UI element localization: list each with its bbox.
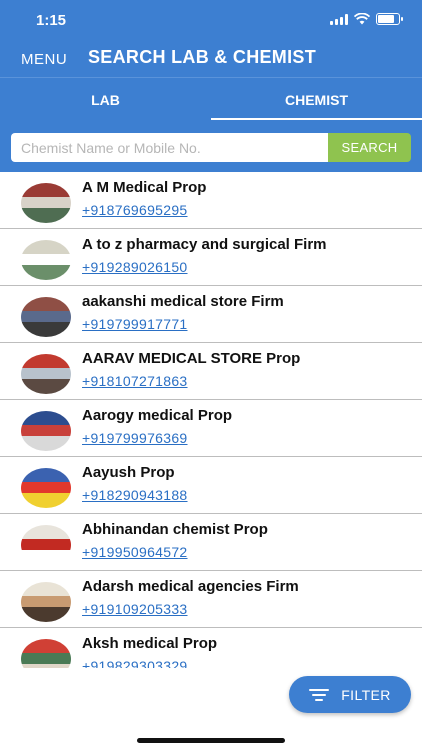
status-icons: [330, 13, 403, 25]
chemist-photo: [21, 297, 71, 337]
home-indicator: [137, 738, 285, 743]
chemist-name: AARAV MEDICAL STORE Prop: [82, 350, 301, 367]
chemist-photo: [21, 468, 71, 508]
chemist-phone-link[interactable]: +918769695295: [82, 202, 188, 218]
chemist-photo: [21, 183, 71, 223]
cellular-signal-icon: [330, 13, 348, 25]
chemist-name: A to z pharmacy and surgical Firm: [82, 236, 327, 253]
list-item[interactable]: Abhinandan chemist Prop +919950964572: [0, 514, 422, 571]
battery-icon: [376, 13, 403, 25]
chemist-photo: [21, 639, 71, 668]
chemist-phone-link[interactable]: +919109205333: [82, 601, 188, 617]
chemist-photo: [21, 240, 71, 280]
menu-button[interactable]: MENU: [21, 51, 67, 68]
search-button[interactable]: SEARCH: [328, 133, 411, 162]
chemist-phone-link[interactable]: +919289026150: [82, 259, 188, 275]
list-item[interactable]: Adarsh medical agencies Firm +91910920533…: [0, 571, 422, 628]
chemist-name: Aayush Prop: [82, 464, 175, 481]
chemist-name: Aksh medical Prop: [82, 635, 218, 652]
chemist-photo: [21, 354, 71, 394]
chemist-phone-link[interactable]: +918290943188: [82, 487, 188, 503]
chemist-name: Abhinandan chemist Prop: [82, 521, 268, 538]
chemist-photo: [21, 411, 71, 451]
page-title: SEARCH LAB & CHEMIST: [88, 47, 317, 67]
tab-chemist[interactable]: CHEMIST: [211, 78, 422, 120]
chemist-phone-link[interactable]: +919799976369: [82, 430, 188, 446]
filter-button[interactable]: FILTER: [289, 676, 411, 713]
list-item[interactable]: aakanshi medical store Firm +919799917771: [0, 286, 422, 343]
list-item[interactable]: Aksh medical Prop +919829303329: [0, 628, 422, 668]
tab-bar: LAB CHEMIST: [0, 78, 422, 120]
status-bar: 1:15: [0, 0, 422, 42]
filter-label: FILTER: [341, 686, 391, 703]
list-item[interactable]: Aayush Prop +918290943188: [0, 457, 422, 514]
search-input[interactable]: [11, 133, 329, 162]
chemist-phone-link[interactable]: +919950964572: [82, 544, 188, 560]
chemist-phone-link[interactable]: +919799917771: [82, 316, 188, 332]
filter-icon: [309, 688, 330, 702]
chemist-photo: [21, 582, 71, 622]
app-header: MENU SEARCH LAB & CHEMIST: [0, 42, 422, 78]
list-item[interactable]: A to z pharmacy and surgical Firm +919289…: [0, 229, 422, 286]
list-item[interactable]: AARAV MEDICAL STORE Prop +918107271863: [0, 343, 422, 400]
chemist-name: aakanshi medical store Firm: [82, 293, 284, 310]
chemist-list: A M Medical Prop +918769695295 A to z phar…: [0, 172, 422, 668]
wifi-icon: [354, 13, 370, 25]
chemist-phone-link[interactable]: +918107271863: [82, 373, 188, 389]
chemist-name: A M Medical Prop: [82, 179, 207, 196]
status-time: 1:15: [36, 12, 67, 29]
chemist-name: Adarsh medical agencies Firm: [82, 578, 299, 595]
chemist-name: Aarogy medical Prop: [82, 407, 233, 424]
chemist-phone-link[interactable]: +919829303329: [82, 658, 188, 668]
chemist-photo: [21, 525, 71, 565]
search-bar: SEARCH: [0, 120, 422, 172]
tab-lab[interactable]: LAB: [0, 78, 211, 120]
list-item[interactable]: A M Medical Prop +918769695295: [0, 172, 422, 229]
list-item[interactable]: Aarogy medical Prop +919799976369: [0, 400, 422, 457]
